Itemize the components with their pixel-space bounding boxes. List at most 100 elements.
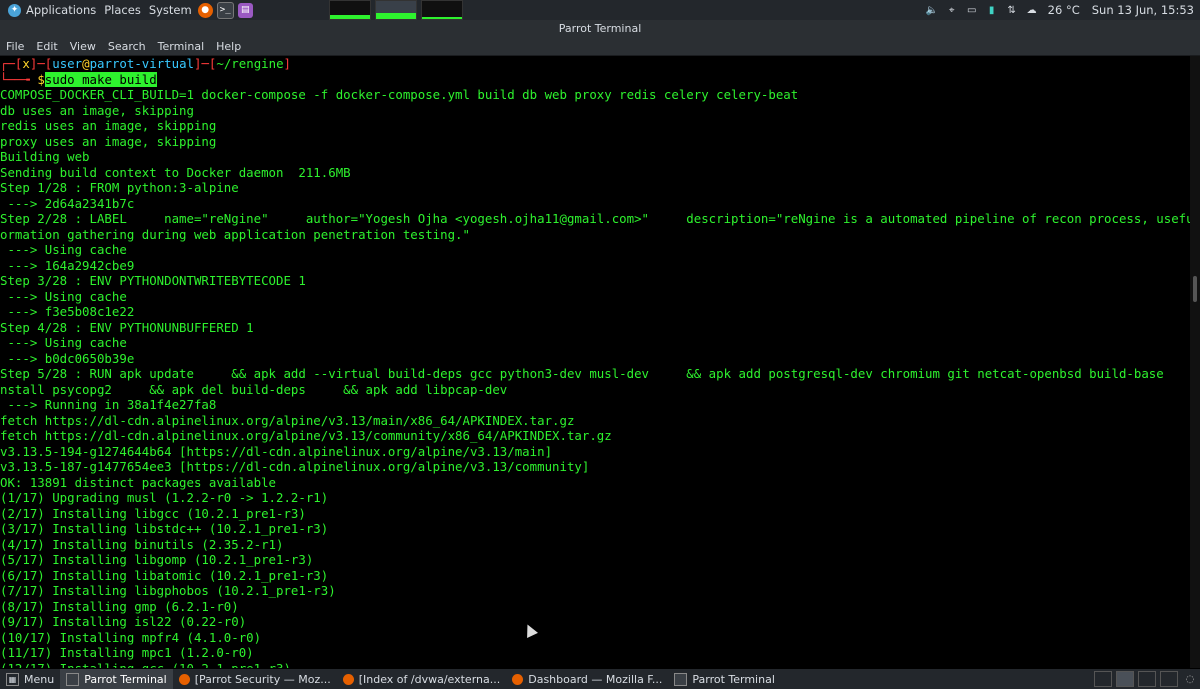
- workspace-1[interactable]: [1094, 671, 1112, 687]
- terminal-line: v3.13.5-187-g1477654ee3 [https://dl-cdn.…: [0, 459, 590, 474]
- window-title: Parrot Terminal: [0, 20, 1200, 38]
- prompt-path: ~/rengine: [216, 56, 284, 71]
- terminal-line: ---> 2d64a2341b7c: [0, 195, 135, 211]
- firefox-icon: [342, 673, 354, 685]
- terminal-line: Step 3/28 : ENV PYTHONDONTWRITEBYTECODE …: [0, 273, 306, 288]
- firefox-icon: [512, 673, 524, 685]
- parrot-logo-icon: ✦: [8, 3, 21, 17]
- menu-button[interactable]: ▦ Menu: [0, 669, 60, 689]
- network-monitor-graph: [420, 0, 463, 20]
- terminal-line: (9/17) Installing isl22 (0.22-r0): [0, 614, 247, 629]
- firefox-icon: [178, 673, 190, 685]
- terminal-line: Building web: [0, 149, 90, 164]
- prompt-dollar: $: [37, 71, 45, 87]
- terminal-line: ---> b0dc0650b39e: [0, 350, 135, 366]
- cpu-monitor-graph: [328, 0, 371, 20]
- terminal-line: (11/17) Installing mpc1 (1.2.0-r0): [0, 645, 254, 660]
- location-icon[interactable]: ⌖: [945, 3, 959, 17]
- taskbar-item-dashboard[interactable]: Dashboard — Mozilla F...: [506, 669, 668, 689]
- top-panel: ✦ Applications Places System ● >_ ▤ 🔈 ⌖ …: [0, 0, 1200, 20]
- show-desktop-icon[interactable]: ◌: [1183, 672, 1197, 686]
- prompt-line-1: ┌─[x]─[user@parrot-virtual]─[~/rengine]: [0, 56, 1190, 72]
- taskbar-item-parrot-terminal-2[interactable]: Parrot Terminal: [668, 669, 781, 689]
- task-label: [Parrot Security — Moz...: [194, 672, 331, 686]
- task-label: Dashboard — Mozilla F...: [528, 672, 663, 686]
- prompt-close: ]: [283, 56, 291, 71]
- terminal-line: Step 2/28 : LABEL name="reNgine" author=…: [0, 211, 1190, 226]
- terminal-line: fetch https://dl-cdn.alpinelinux.org/alp…: [0, 428, 612, 443]
- terminal-icon: [674, 672, 688, 686]
- taskbar-item-dvwa-index[interactable]: [Index of /dvwa/externa...: [337, 669, 507, 689]
- terminal-line: nstall psycopg2 && apk del build-deps &&…: [0, 381, 508, 397]
- weather-icon: ☁: [1026, 4, 1037, 16]
- terminal-line: OK: 13891 distinct packages available: [0, 474, 277, 490]
- prompt-status: x: [22, 56, 30, 71]
- prompt-sep: ]─[: [29, 56, 53, 71]
- scrollbar-thumb[interactable]: [1193, 276, 1197, 302]
- network-icon[interactable]: ⇅: [1005, 3, 1019, 17]
- terminal-line: ---> Running in 38a1f4e27fa8: [0, 397, 217, 412]
- task-label: Parrot Terminal: [84, 672, 167, 686]
- weather-temperature[interactable]: 26 °C: [1048, 3, 1080, 17]
- terminal-line: (5/17) Installing libgomp (10.2.1_pre1-r…: [0, 552, 314, 567]
- prompt-at: @: [82, 56, 90, 71]
- prompt-open: ┌─[: [0, 56, 23, 71]
- menu-icon: ▦: [6, 672, 19, 686]
- menu-file[interactable]: File: [0, 40, 30, 53]
- prompt-line-2: └──╼ $sudo make build: [0, 71, 1190, 88]
- workspace-4[interactable]: [1160, 671, 1178, 687]
- terminal-line: fetch https://dl-cdn.alpinelinux.org/alp…: [0, 412, 575, 428]
- terminal-line: ---> Using cache: [0, 335, 127, 350]
- system-menu[interactable]: System: [145, 0, 196, 20]
- terminal-line: proxy uses an image, skipping: [0, 133, 217, 149]
- volume-icon[interactable]: 🔈: [925, 3, 939, 17]
- prompt-command: sudo make build: [44, 71, 157, 87]
- menu-terminal[interactable]: Terminal: [152, 40, 211, 53]
- terminal-line: ---> 164a2942cbe9: [0, 257, 135, 273]
- terminal-launcher-icon[interactable]: >_: [216, 1, 234, 19]
- firefox-launcher-icon[interactable]: ●: [197, 2, 213, 18]
- clock[interactable]: Sun 13 Jun, 15:53: [1092, 3, 1194, 17]
- task-label: [Index of /dvwa/externa...: [358, 672, 501, 686]
- menu-edit[interactable]: Edit: [30, 40, 63, 53]
- terminal-line: ---> Using cache: [0, 242, 127, 257]
- terminal-line: v3.13.5-194-g1274644b64 [https://dl-cdn.…: [0, 443, 553, 459]
- applications-menu[interactable]: ✦ Applications: [0, 0, 100, 20]
- notes-launcher-icon[interactable]: ▤: [237, 2, 253, 18]
- terminal-line: (6/17) Installing libatomic (10.2.1_pre1…: [0, 567, 329, 583]
- prompt-host: parrot-virtual: [89, 56, 194, 71]
- workspace-2[interactable]: [1116, 671, 1134, 687]
- terminal-scrollbar[interactable]: [1190, 56, 1200, 668]
- taskbar: ▦ Menu Parrot Terminal [Parrot Security …: [0, 669, 1200, 689]
- workspace-3[interactable]: [1138, 671, 1156, 687]
- terminal-line: ---> f3e5b08c1e22: [0, 304, 135, 319]
- battery-icon[interactable]: ▮: [985, 3, 999, 17]
- places-menu[interactable]: Places: [100, 0, 145, 20]
- display-icon[interactable]: ▭: [965, 3, 979, 17]
- terminal-line: (2/17) Installing libgcc (10.2.1_pre1-r3…: [0, 505, 306, 521]
- terminal-line: COMPOSE_DOCKER_CLI_BUILD=1 docker-compos…: [0, 87, 799, 102]
- prompt-corner: └──╼: [0, 71, 38, 87]
- terminal-line: ---> Using cache: [0, 288, 127, 304]
- terminal-line: (1/17) Upgrading musl (1.2.2-r0 -> 1.2.2…: [0, 490, 329, 505]
- output-lines: COMPOSE_DOCKER_CLI_BUILD=1 docker-compos…: [0, 87, 1190, 668]
- prompt-user: user: [52, 56, 83, 71]
- terminal-line: (7/17) Installing libgphobos (10.2.1_pre…: [0, 583, 336, 598]
- menu-help[interactable]: Help: [210, 40, 247, 53]
- terminal-line: (3/17) Installing libstdc++ (10.2.1_pre1…: [0, 521, 329, 536]
- taskbar-item-parrot-security[interactable]: [Parrot Security — Moz...: [173, 669, 337, 689]
- prompt-sep: ]─[: [194, 56, 217, 71]
- terminal-line: Step 4/28 : ENV PYTHONUNBUFFERED 1: [0, 319, 254, 335]
- menu-bar: File Edit View Search Terminal Help: [0, 38, 1200, 56]
- menu-search[interactable]: Search: [102, 40, 152, 53]
- task-label: Parrot Terminal: [692, 672, 775, 686]
- applications-label: Applications: [26, 3, 97, 17]
- menu-view[interactable]: View: [64, 40, 102, 53]
- terminal-line: Step 5/28 : RUN apk update && apk add --…: [0, 366, 1190, 381]
- menu-button-label: Menu: [24, 672, 55, 686]
- terminal-line: (10/17) Installing mpfr4 (4.1.0-r0): [0, 629, 262, 645]
- terminal-line: (4/17) Installing binutils (2.35.2-r1): [0, 536, 284, 552]
- terminal-output[interactable]: ┌─[x]─[user@parrot-virtual]─[~/rengine] …: [0, 56, 1190, 668]
- taskbar-item-parrot-terminal[interactable]: Parrot Terminal: [60, 669, 173, 689]
- memory-monitor-graph: [374, 0, 417, 20]
